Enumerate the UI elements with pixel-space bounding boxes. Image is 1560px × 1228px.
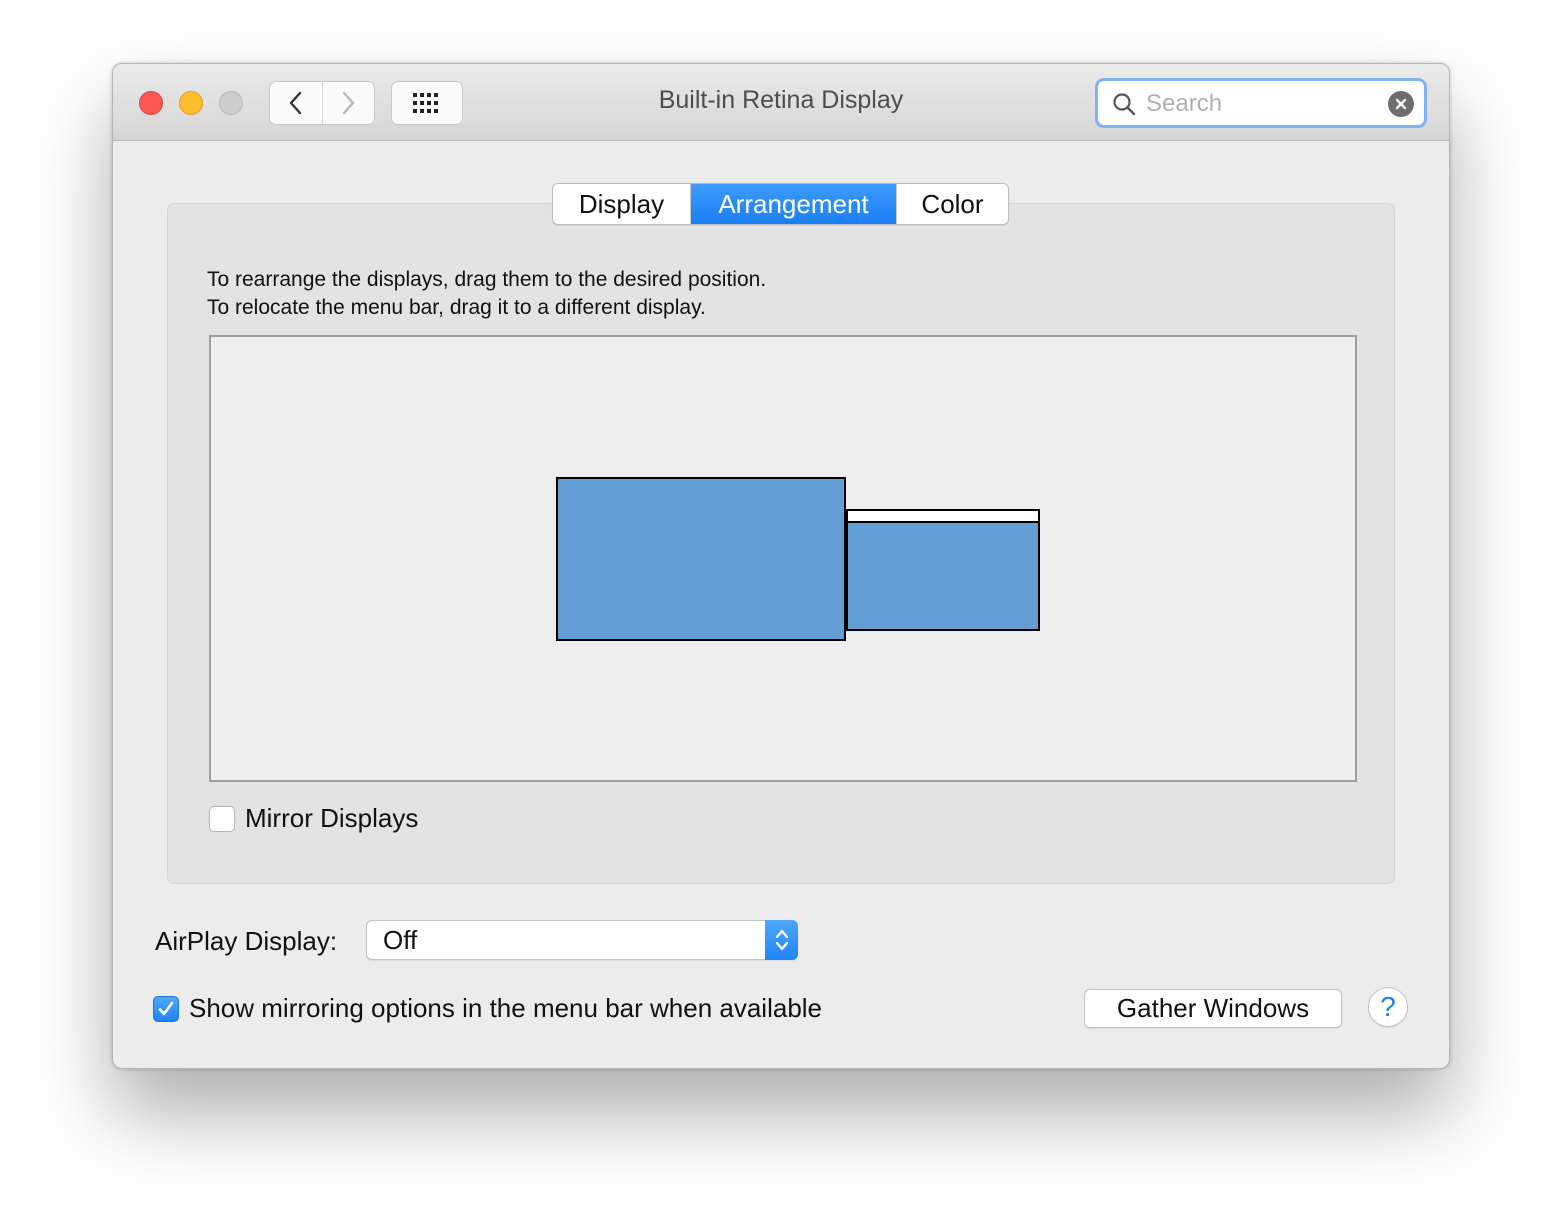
show-mirroring-option: Show mirroring options in the menu bar w…: [153, 993, 822, 1024]
search-icon: [1113, 93, 1136, 116]
search-field[interactable]: [1095, 78, 1427, 128]
tab-arrangement[interactable]: Arrangement: [690, 184, 896, 224]
arrangement-instructions: To rearrange the displays, drag them to …: [207, 266, 766, 322]
system-preferences-window: Built-in Retina Display Display Arrangem…: [112, 63, 1450, 1069]
instruction-line-2: To relocate the menu bar, drag it to a d…: [207, 296, 706, 319]
up-down-arrows-icon: [775, 929, 788, 951]
display-arrangement-area: [209, 335, 1357, 782]
clear-search-button[interactable]: [1388, 91, 1414, 117]
show-mirroring-checkbox[interactable]: [153, 995, 179, 1022]
checkmark-icon: [158, 1001, 174, 1015]
show-mirroring-label: Show mirroring options in the menu bar w…: [189, 993, 823, 1023]
title-bar: Built-in Retina Display: [113, 64, 1449, 141]
instruction-line-1: To rearrange the displays, drag them to …: [207, 268, 767, 291]
tab-color[interactable]: Color: [896, 184, 1008, 224]
airplay-display-label: AirPlay Display:: [155, 926, 338, 956]
airplay-display-value: Off: [383, 925, 418, 955]
built-in-display-thumbnail[interactable]: [556, 477, 846, 641]
gather-windows-button[interactable]: Gather Windows: [1084, 989, 1342, 1028]
mirror-displays-option: Mirror Displays: [209, 803, 418, 834]
close-icon: [1395, 98, 1407, 110]
help-button[interactable]: ?: [1368, 987, 1408, 1027]
mirror-displays-checkbox[interactable]: [209, 805, 235, 832]
tab-display[interactable]: Display: [553, 184, 690, 224]
tab-bar: Display Arrangement Color: [552, 183, 1009, 225]
menu-bar-handle[interactable]: [848, 511, 1038, 523]
airplay-display-popup[interactable]: Off: [366, 920, 798, 960]
mirror-displays-label: Mirror Displays: [245, 803, 419, 833]
popup-stepper: [765, 920, 798, 960]
secondary-display-thumbnail[interactable]: [846, 509, 1040, 631]
search-input[interactable]: [1144, 87, 1378, 121]
